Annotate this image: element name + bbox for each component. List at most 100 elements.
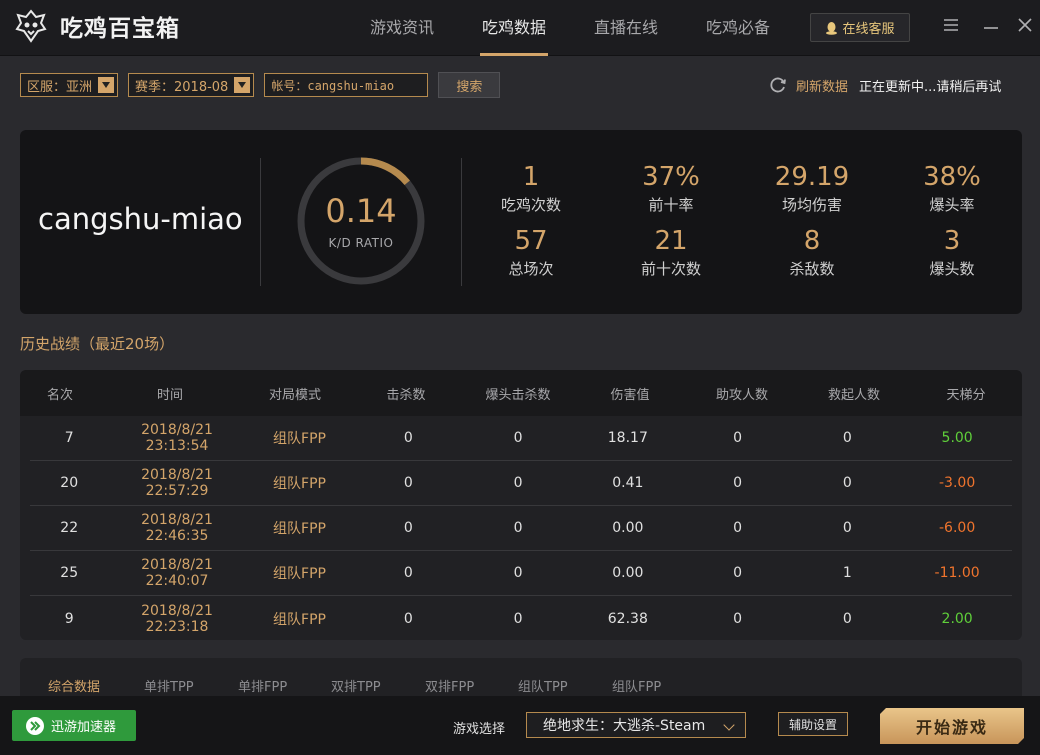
column-header: 击杀数 (386, 387, 426, 403)
cell-time: 2018/8/21 22:23:18 (141, 602, 213, 635)
region-select[interactable]: 区服：亚洲 (20, 73, 119, 97)
close-icon[interactable] (1016, 16, 1034, 34)
tab-solo-tpp[interactable]: 单排TPP (144, 676, 194, 695)
table-row: 22 2018/8/21 22:46:35 组队FPP 0 0 0.00 0 0 -6.00 (30, 506, 1012, 551)
kd-ratio-value: 0.14 (325, 192, 397, 230)
cell-assists: 0 (733, 565, 743, 581)
season-select[interactable]: 赛季：2018-08 (128, 73, 255, 97)
mode-tabs: 综合数据 单排TPP 单排FPP 双排TPP 双排FPP 组队TPP 组队FPP (20, 658, 1022, 698)
filter-bar: 区服：亚洲 赛季：2018-08 帐号：cangshu-miao 搜索 (20, 72, 501, 98)
column-header: 救起人数 (827, 387, 880, 403)
stat-value: 21 (654, 226, 688, 256)
cell-assists: 0 (733, 430, 743, 446)
cell-rank: 20 (60, 475, 79, 491)
cell-revives: 0 (842, 610, 852, 627)
cell-damage: 0.41 (612, 475, 644, 491)
stat-label: 场均伤害 (781, 196, 842, 214)
accelerator-label: 迅游加速器 (51, 720, 117, 735)
cell-kills: 0 (403, 430, 413, 446)
refresh-icon[interactable] (768, 75, 788, 95)
refresh-area: 刷新数据 正在更新中...请稍后再试 (768, 75, 1001, 95)
nav-tab-essentials[interactable]: 吃鸡必备 (682, 0, 794, 56)
cell-revives: 1 (842, 565, 852, 581)
cell-damage: 0.00 (612, 565, 644, 581)
tab-squad-fpp[interactable]: 组队FPP (612, 676, 661, 695)
cell-ladder-score: -11.00 (934, 565, 980, 581)
cell-ladder-score: -6.00 (939, 520, 976, 536)
column-header: 助攻人数 (715, 387, 768, 403)
tab-overall[interactable]: 综合数据 (48, 676, 100, 695)
account-input[interactable]: 帐号：cangshu-miao (264, 73, 429, 97)
cell-ladder-score: -3.00 (939, 475, 976, 491)
cell-kills: 0 (403, 475, 413, 491)
stat-value: 37% (642, 162, 700, 192)
stat-label: 总场次 (508, 260, 554, 278)
start-game-button[interactable]: 开始游戏 (880, 708, 1024, 744)
accelerator-icon (26, 716, 44, 735)
player-summary-panel: cangshu-miao 0.14 K/D RATIO 1 吃鸡次数 37% 前… (20, 130, 1022, 314)
table-row: 9 2018/8/21 22:23:18 组队FPP 0 0 62.38 0 0 2.00 (30, 596, 1012, 640)
nav-tab-stats[interactable]: 吃鸡数据 (458, 0, 570, 56)
column-header: 伤害值 (610, 387, 650, 403)
stat-label: 前十率 (648, 196, 694, 214)
chicken-logo-icon (15, 9, 47, 43)
refresh-link[interactable]: 刷新数据 (796, 76, 848, 95)
cell-rank: 7 (64, 430, 74, 446)
cell-kills: 0 (403, 565, 413, 581)
divider (461, 158, 462, 286)
nav-tab-news[interactable]: 游戏资讯 (346, 0, 458, 56)
online-service-label: 在线客服 (842, 22, 895, 37)
game-select-label: 游戏选择 (453, 722, 506, 737)
column-header: 名次 (46, 387, 73, 403)
cell-revives: 0 (842, 430, 852, 446)
stat-chicken-dinners: 1 吃鸡次数 (471, 162, 591, 215)
region-select-label: 区服：亚洲 (27, 79, 93, 95)
app-header: 吃鸡百宝箱 游戏资讯 吃鸡数据 直播在线 吃鸡必备 在线客服 (0, 0, 1040, 56)
cell-rank: 9 (64, 610, 74, 627)
search-button[interactable]: 搜索 (438, 72, 501, 98)
history-title: 历史战绩（最近20场） (20, 335, 175, 353)
cell-assists: 0 (733, 475, 743, 491)
online-service-button[interactable]: 在线客服 (810, 13, 910, 42)
assist-settings-button[interactable]: 辅助设置 (778, 712, 848, 736)
cell-rank: 25 (60, 565, 79, 581)
stat-value: 1 (522, 162, 540, 192)
cell-assists: 0 (733, 520, 743, 536)
cell-revives: 0 (842, 475, 852, 491)
divider (260, 158, 261, 286)
cell-headshot-kills: 0 (513, 430, 523, 446)
tab-solo-fpp[interactable]: 单排FPP (238, 676, 287, 695)
stat-total-matches: 57 总场次 (471, 226, 591, 279)
cell-revives: 0 (842, 520, 852, 536)
qq-penguin-icon (826, 21, 838, 35)
match-history-table: 名次 时间 对局模式 击杀数 爆头击杀数 伤害值 助攻人数 救起人数 天梯分 7… (20, 370, 1022, 640)
stat-label: 前十次数 (640, 260, 701, 278)
kd-ratio-label: K/D RATIO (328, 236, 394, 250)
dropdown-arrow-icon (98, 77, 115, 93)
cell-kills: 0 (403, 520, 413, 536)
stat-top10-rate: 37% 前十率 (611, 162, 731, 215)
menu-icon[interactable] (942, 16, 960, 34)
cell-assists: 0 (733, 610, 743, 627)
game-select[interactable]: 绝地求生：大逃杀-Steam (526, 712, 746, 738)
cell-ladder-score: 5.00 (941, 430, 973, 446)
nav-tab-live[interactable]: 直播在线 (570, 0, 682, 56)
cell-headshot-kills: 0 (513, 565, 523, 581)
cell-time: 2018/8/21 23:13:54 (141, 422, 213, 454)
table-header: 名次 时间 对局模式 击杀数 爆头击杀数 伤害值 助攻人数 救起人数 天梯分 (20, 370, 1022, 416)
tab-duo-tpp[interactable]: 双排TPP (331, 676, 381, 695)
stat-value: 29.19 (774, 162, 850, 192)
cell-time: 2018/8/21 22:46:35 (141, 512, 213, 544)
cell-headshot-kills: 0 (513, 475, 523, 491)
tab-duo-fpp[interactable]: 双排FPP (425, 676, 474, 695)
cell-kills: 0 (403, 610, 413, 627)
minimize-icon[interactable] (982, 16, 1000, 34)
accelerator-button[interactable]: 迅游加速器 (12, 710, 136, 741)
game-select-value: 绝地求生：大逃杀-Steam (543, 718, 706, 734)
table-row: 25 2018/8/21 22:40:07 组队FPP 0 0 0.00 0 1 -11.00 (30, 551, 1012, 596)
tab-squad-tpp[interactable]: 组队TPP (518, 676, 568, 695)
stat-value: 38% (923, 162, 981, 192)
season-select-label: 赛季：2018-08 (135, 79, 229, 95)
cell-time: 2018/8/21 22:40:07 (141, 557, 213, 589)
chevron-down-icon (723, 719, 735, 731)
